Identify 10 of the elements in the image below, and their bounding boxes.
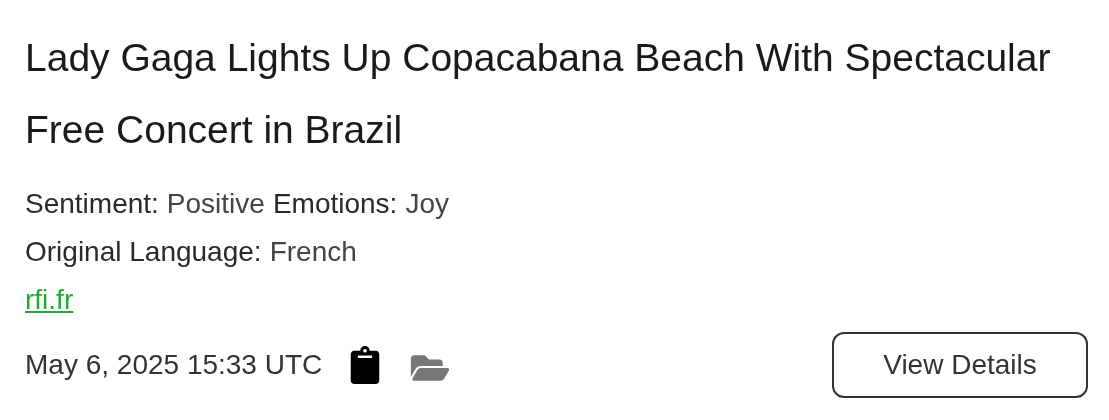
field-value: French bbox=[269, 235, 357, 269]
timestamp: May 6, 2025 15:33 UTC bbox=[25, 348, 323, 382]
field-label: Original Language: bbox=[25, 235, 262, 269]
field-value: Positive bbox=[166, 187, 265, 221]
clipboard-icon[interactable] bbox=[350, 346, 381, 384]
field-label: Emotions: bbox=[272, 187, 398, 221]
field-label: Sentiment: bbox=[25, 187, 159, 221]
field-value: Joy bbox=[405, 187, 449, 221]
article-title: Lady Gaga Lights Up Copacabana Beach With Spectacular Free Concert in Brazil bbox=[25, 35, 1052, 153]
view-details-button[interactable]: View Details bbox=[832, 332, 1088, 398]
